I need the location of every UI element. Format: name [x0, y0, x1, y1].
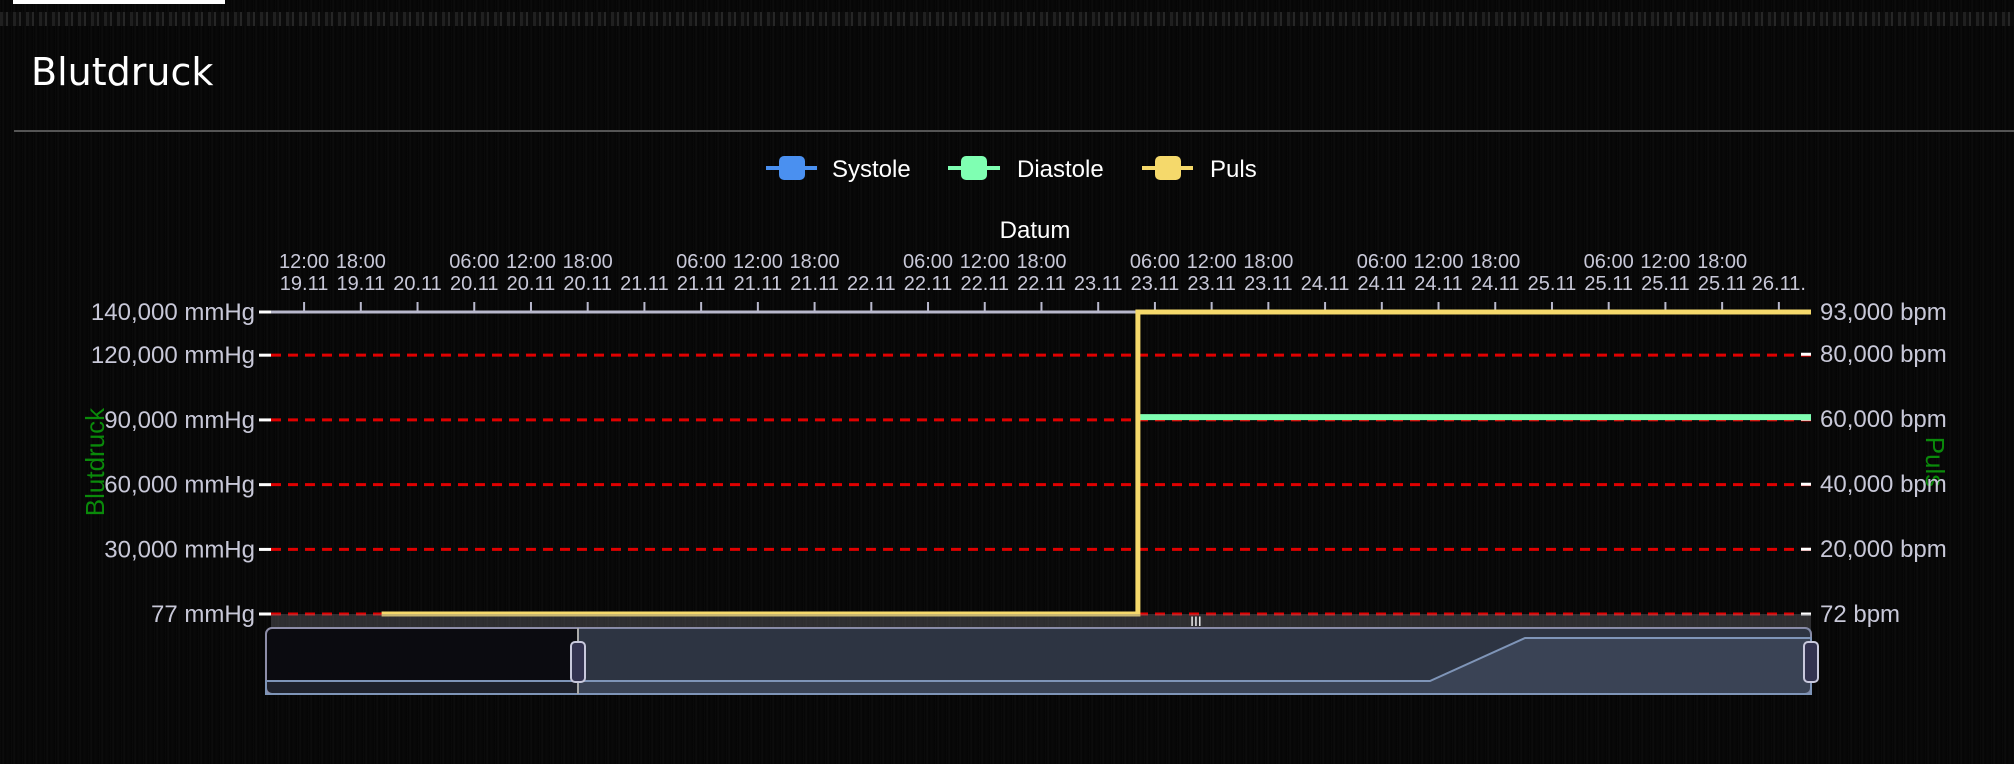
- x-tick-date-label: 21.11: [790, 273, 839, 295]
- x-axis-title: Datum: [1000, 217, 1071, 244]
- x-tick-time-label: 12:00: [960, 251, 1010, 273]
- legend-label-puls: Puls: [1210, 156, 1257, 183]
- x-tick-time-label: 18:00: [1016, 251, 1066, 273]
- y-left-tick-label: 120,000 mmHg: [91, 342, 255, 369]
- y-left-tick-label: 60,000 mmHg: [104, 472, 255, 499]
- x-tick-date-label: 25.11: [1584, 273, 1633, 295]
- x-tick-date-label: 21.11: [677, 273, 726, 295]
- x-tick-date-label: 23.11: [1074, 273, 1123, 295]
- legend-label-diastole: Diastole: [1017, 156, 1104, 183]
- series-group: [381, 309, 1811, 617]
- x-tick-time-label: 06:00: [1584, 251, 1634, 273]
- x-tick-date-label: 23.11: [1244, 273, 1293, 295]
- x-tick-time-label: 06:00: [676, 251, 726, 273]
- x-tick-date-label: 24.11: [1471, 273, 1520, 295]
- x-tick-date-label: 24.11: [1301, 273, 1350, 295]
- x-tick-time-label: 18:00: [790, 251, 840, 273]
- x-tick-date-label: 22.11: [904, 273, 953, 295]
- x-tick-date-label: 19.11: [280, 273, 329, 295]
- x-tick-date-label: 25.11: [1641, 273, 1690, 295]
- x-tick-time-label: 06:00: [449, 251, 499, 273]
- x-tick-date-label: 24.11: [1358, 273, 1407, 295]
- x-tick-date-label: 20.11: [393, 273, 442, 295]
- x-tick-date-label: 22.11: [1017, 273, 1066, 295]
- y-left-axis: 140,000 mmHg 120,000 mmHg 90,000 mmHg 60,00…: [91, 299, 271, 628]
- scrollbar-grip-icon: III: [1190, 613, 1202, 629]
- x-tick-time-label: 18:00: [1470, 251, 1520, 273]
- x-tick-date-label: 21.11: [620, 273, 669, 295]
- x-tick-date-label: 20.11: [507, 273, 556, 295]
- diastole-legend-icon: [961, 156, 987, 180]
- puls-legend-icon: [1155, 156, 1181, 180]
- legend-item-systole[interactable]: Systole: [766, 156, 911, 183]
- x-tick-date-label: 23.11: [1131, 273, 1180, 295]
- legend-item-puls[interactable]: Puls: [1142, 156, 1257, 183]
- legend-label-systole: Systole: [832, 156, 911, 183]
- x-tick-time-label: 12:00: [1413, 251, 1463, 273]
- x-tick-time-label: 12:00: [733, 251, 783, 273]
- x-tick-date-label: 22.11: [960, 273, 1009, 295]
- y-left-tick-label: 140,000 mmHg: [91, 299, 255, 326]
- y-right-tick-label: 72 bpm: [1820, 601, 1900, 628]
- navigator-left-handle[interactable]: [570, 641, 586, 683]
- x-tick-date-label: 26.11.: [1752, 273, 1806, 295]
- x-tick-time-label: 12:00: [506, 251, 556, 273]
- x-tick-time-label: 18:00: [1243, 251, 1293, 273]
- systole-legend-icon: [779, 156, 805, 180]
- x-tick-date-label: 25.11: [1528, 273, 1577, 295]
- blood-pressure-chart: Systole Diastole Puls Datum Blutdruck Pu…: [80, 156, 1950, 695]
- y-right-tick-label: 80,000 bpm: [1820, 341, 1947, 368]
- y-right-tick-label: 60,000 bpm: [1820, 406, 1947, 433]
- legend-item-diastole[interactable]: Diastole: [948, 156, 1104, 183]
- x-tick-time-label: 18:00: [1697, 251, 1747, 273]
- series-line-puls: [381, 309, 1811, 617]
- x-tick-date-label: 24.11: [1414, 273, 1463, 295]
- navigator-right-handle[interactable]: [1803, 641, 1819, 683]
- x-tick-time-label: 06:00: [1130, 251, 1180, 273]
- x-tick-time-label: 12:00: [1640, 251, 1690, 273]
- x-tick-date-label: 22.11: [847, 273, 896, 295]
- x-tick-time-label: 06:00: [1357, 251, 1407, 273]
- x-tick-date-label: 23.11: [1187, 273, 1236, 295]
- y-right-tick-label: 20,000 bpm: [1820, 536, 1947, 563]
- y-left-tick-label: 30,000 mmHg: [104, 536, 255, 563]
- x-tick-date-label: 25.11: [1698, 273, 1747, 295]
- scrollbar-track: [271, 614, 1811, 628]
- y-right-tick-label: 93,000 bpm: [1820, 299, 1947, 326]
- x-tick-date-label: 20.11: [563, 273, 612, 295]
- x-tick-date-label: 21.11: [734, 273, 783, 295]
- grid: [271, 353, 1811, 616]
- x-tick-date-label: 20.11: [450, 273, 499, 295]
- y-left-tick-label: 77 mmHg: [151, 601, 255, 628]
- x-tick-time-label: 18:00: [336, 251, 386, 273]
- x-tick-time-label: 12:00: [279, 251, 329, 273]
- y-left-tick-label: 90,000 mmHg: [104, 407, 255, 434]
- x-tick-date-label: 19.11: [337, 273, 386, 295]
- navigator[interactable]: III: [265, 613, 1819, 695]
- x-axis: 12:0019.1118:0019.11 20.1106:0020.1112:00…: [271, 251, 1811, 314]
- x-tick-time-label: 18:00: [563, 251, 613, 273]
- legend: Systole Diastole Puls: [766, 156, 1257, 183]
- x-tick-time-label: 06:00: [903, 251, 953, 273]
- y-right-tick-label: 40,000 bpm: [1820, 471, 1947, 498]
- x-tick-time-label: 12:00: [1187, 251, 1237, 273]
